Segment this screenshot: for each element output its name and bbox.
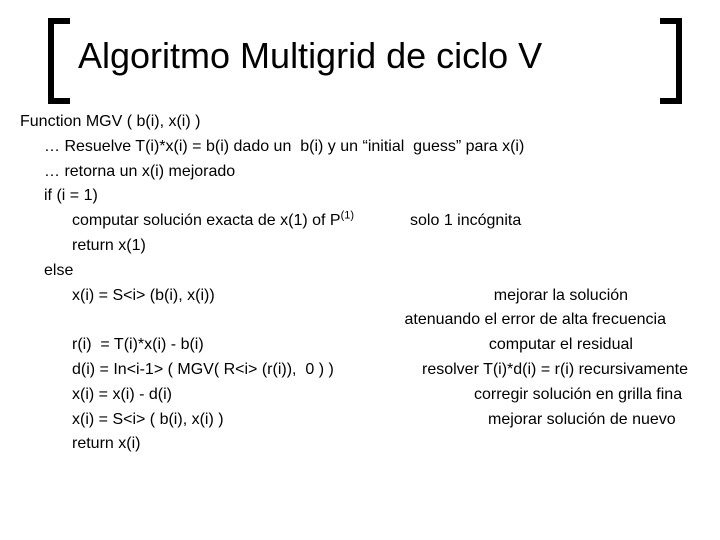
text: computar solución exacta de x(1) of P <box>72 212 341 229</box>
code-right: computar el residual <box>422 333 700 358</box>
code-line: atenuando el error de alta frecuencia <box>20 308 700 333</box>
left-bracket-icon <box>48 18 70 104</box>
code-line: Function MGV ( b(i), x(i) ) <box>20 110 700 135</box>
code-line: if (i = 1) <box>20 184 700 209</box>
title-wrap: Algoritmo Multigrid de ciclo V <box>50 22 680 96</box>
code-line: computar solución exacta de x(1) of P(1)… <box>20 209 700 234</box>
code-left: x(i) = S<i> ( b(i), x(i) ) <box>20 408 432 433</box>
code-left: x(i) = x(i) - d(i) <box>20 383 432 408</box>
code-left: d(i) = In<i-1> ( MGV( R<i> (r(i)), 0 ) ) <box>20 358 402 383</box>
code-line: x(i) = x(i) - d(i) corregir solución en … <box>20 383 700 408</box>
code-left: computar solución exacta de x(1) of P(1) <box>20 209 354 234</box>
code-right: mejorar la solución <box>422 284 700 309</box>
code-right: corregir solución en grilla fina <box>474 383 682 408</box>
code-line: return x(1) <box>20 234 700 259</box>
code-right: mejorar solución de nuevo <box>488 408 676 433</box>
code-line: else <box>20 259 700 284</box>
code-line: d(i) = In<i-1> ( MGV( R<i> (r(i)), 0 ) )… <box>20 358 700 383</box>
code-line: … retorna un x(i) mejorado <box>20 160 700 185</box>
code-line: r(i) = T(i)*x(i) - b(i) computar el resi… <box>20 333 700 358</box>
code-right: atenuando el error de alta frecuencia <box>404 308 700 333</box>
slide-body: Function MGV ( b(i), x(i) ) … Resuelve T… <box>20 110 700 457</box>
code-line: x(i) = S<i> ( b(i), x(i) ) mejorar soluc… <box>20 408 700 433</box>
code-left: r(i) = T(i)*x(i) - b(i) <box>20 333 406 358</box>
slide: Algoritmo Multigrid de ciclo V Function … <box>0 22 720 540</box>
slide-title: Algoritmo Multigrid de ciclo V <box>50 22 680 76</box>
code-left: x(i) = S<i> (b(i), x(i)) <box>20 284 406 309</box>
code-right: solo 1 incógnita <box>410 209 521 234</box>
code-left <box>20 308 404 333</box>
code-line: … Resuelve T(i)*x(i) = b(i) dado un b(i)… <box>20 135 700 160</box>
right-bracket-icon <box>660 18 682 104</box>
code-right: resolver T(i)*d(i) = r(i) recursivamente <box>422 358 688 383</box>
superscript: (1) <box>341 210 354 222</box>
code-line: x(i) = S<i> (b(i), x(i)) mejorar la solu… <box>20 284 700 309</box>
code-line: return x(i) <box>20 432 700 457</box>
